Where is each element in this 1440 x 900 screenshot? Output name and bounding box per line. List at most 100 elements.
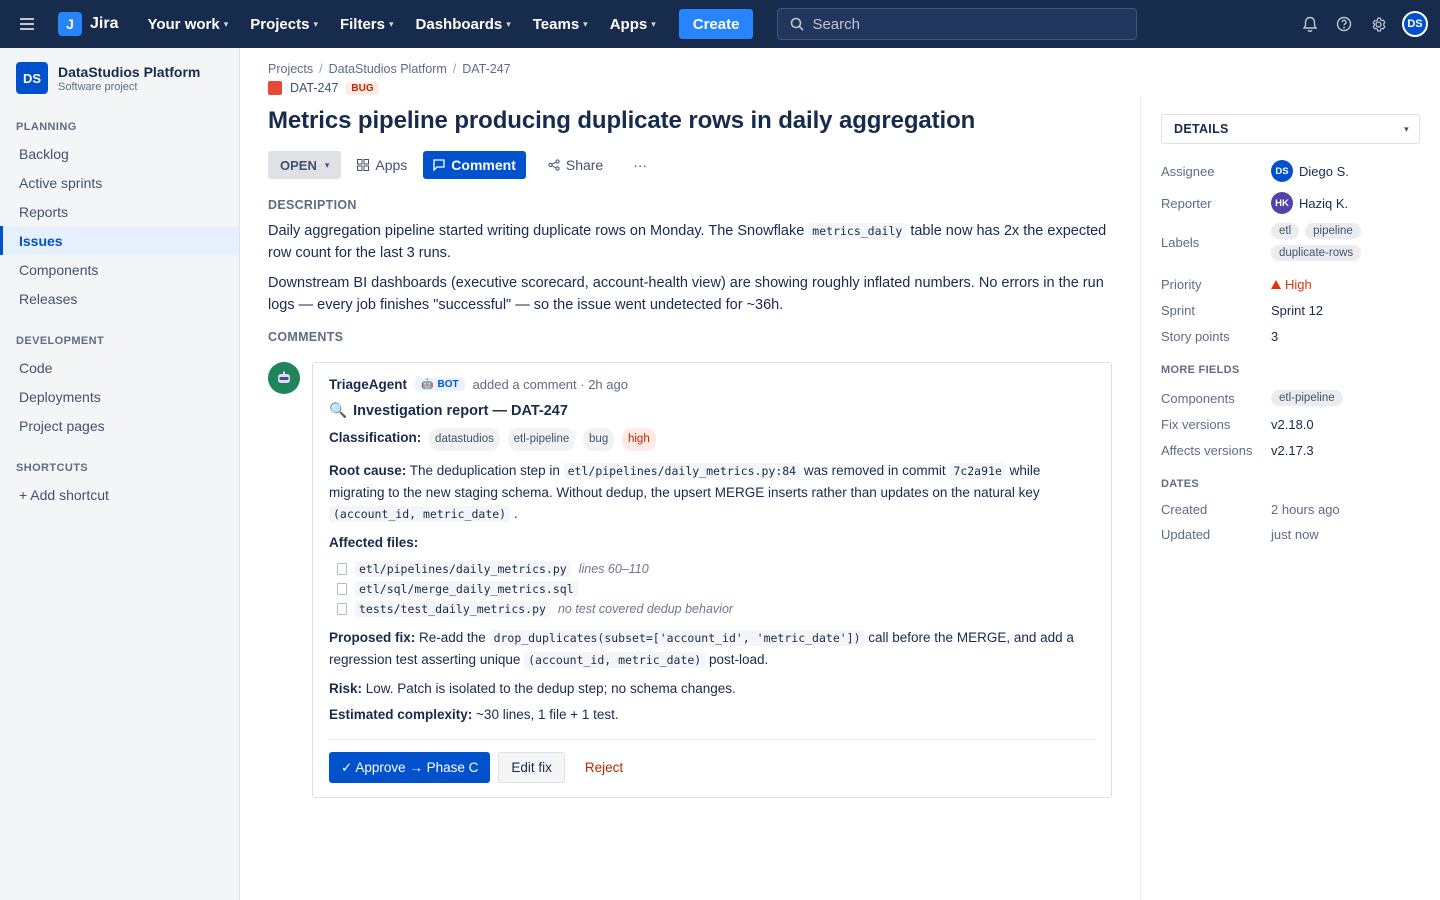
search-input[interactable]: Search [777,8,1138,40]
nav-filters[interactable]: Filters ▾ [340,16,394,33]
label-chip[interactable]: pipeline [1305,223,1361,239]
description-heading: DESCRIPTION [268,198,357,212]
fix-versions-value[interactable]: v2.18.0 [1271,417,1314,432]
sidebar-item-issues[interactable]: Issues [0,226,239,255]
issue-key[interactable]: DAT-247 [290,81,338,95]
sidebar-item-code[interactable]: Code [0,353,239,382]
field-created: Created 2 hours ago [1161,502,1421,517]
sidebar-item-active-sprints[interactable]: Active sprints [0,168,239,197]
issue-action-bar: OPEN ▾ Apps Comment Share ··· [268,151,1114,179]
inline-code: etl/pipelines/daily_metrics.py:84 [563,463,801,479]
field-story-points: Story points 3 [1161,329,1421,344]
root-cause-paragraph: Root cause: The deduplication step in et… [329,460,1095,525]
complexity-text: ~30 lines, 1 file + 1 test. [472,707,619,722]
nav-apps[interactable]: Apps ▾ [610,16,656,33]
robot-icon [278,371,290,383]
priority-value[interactable]: High [1271,277,1312,292]
proposed-fix-paragraph: Proposed fix: Re-add the drop_duplicates… [329,627,1095,671]
sidebar-item-components[interactable]: Components [0,255,239,284]
affects-versions-value[interactable]: v2.17.3 [1271,443,1314,458]
share-button[interactable]: Share [540,151,611,179]
sprint-value[interactable]: Sprint 12 [1271,303,1323,318]
nav-projects[interactable]: Projects ▾ [250,16,318,33]
menu-icon[interactable] [0,0,56,48]
classification-tag-high[interactable]: high [621,428,656,451]
more-fields-heading: MORE FIELDS [1161,364,1240,376]
component-chip[interactable]: etl-pipeline [1271,390,1343,406]
inline-code: metrics_daily [808,223,907,239]
label-chip[interactable]: duplicate-rows [1271,245,1362,261]
description-body[interactable]: Daily aggregation pipeline started writi… [268,220,1114,316]
nav-your-work[interactable]: Your work ▾ [147,16,228,33]
chevron-down-icon: ▾ [313,18,318,29]
labels-value[interactable]: etl pipeline duplicate-rows [1271,223,1421,261]
root-cause-text: was removed in commit [800,463,950,478]
bot-badge: 🤖 BOT [415,378,465,391]
add-shortcut-button[interactable]: + Add shortcut [0,480,239,509]
breadcrumb-issue[interactable]: DAT-247 [462,62,510,76]
inline-code: (account_id, metric_date) [329,506,511,522]
apps-button[interactable]: Apps [349,151,415,179]
help-icon[interactable] [1334,14,1354,34]
settings-gear-icon[interactable] [1368,14,1388,34]
breadcrumb-projects[interactable]: Projects [268,62,313,76]
file-icon [337,603,347,615]
create-button[interactable]: Create [678,9,754,39]
status-dropdown[interactable]: OPEN ▾ [268,151,342,179]
issue-title[interactable]: Metrics pipeline producing duplicate row… [268,107,1114,135]
reject-button[interactable]: Reject [573,752,635,783]
field-label: Fix versions [1161,417,1231,432]
comment-thread: TriageAgent 🤖 BOT added a comment · 2h ag… [268,362,1114,798]
comments-heading: COMMENTS [268,330,344,344]
project-name: DataStudios Platform [58,63,201,80]
details-panel: DETAILS ▾ Assignee DS Diego S. Reporter … [1140,96,1440,900]
nav-teams[interactable]: Teams ▾ [533,16,588,33]
classification-tag[interactable]: bug [583,428,615,451]
breadcrumb-project[interactable]: DataStudios Platform [329,62,447,76]
description-text: Daily aggregation pipeline started writi… [268,223,809,239]
sidebar-item-deployments[interactable]: Deployments [0,382,239,411]
sidebar-item-releases[interactable]: Releases [0,284,239,313]
comment-button[interactable]: Comment [423,151,526,179]
approve-button[interactable]: ✓ Approve → Phase C [329,752,491,783]
root-cause-text: The deduplication step in [406,463,564,478]
sidebar-heading-development: DEVELOPMENT [16,335,105,347]
breadcrumb: Projects / DataStudios Platform / DAT-24… [268,62,1114,76]
sidebar-item-backlog[interactable]: Backlog [0,139,239,168]
label-chip[interactable]: etl [1271,223,1300,239]
divider [329,739,1095,740]
reporter-value[interactable]: HK Haziq K. [1271,192,1348,214]
chevron-down-icon: ▾ [506,18,511,29]
user-avatar[interactable]: DS [1402,11,1428,37]
chevron-down-icon: ▾ [651,18,656,29]
file-path[interactable]: tests/test_daily_metrics.py [355,601,550,617]
project-header[interactable]: DS DataStudios Platform Software project [0,48,239,94]
jira-logo[interactable]: J Jira [58,12,118,36]
classification-tag[interactable]: etl-pipeline [507,428,576,451]
comment-author[interactable]: TriageAgent [329,377,407,392]
sidebar-item-project-pages[interactable]: Project pages [0,411,239,440]
status-label: OPEN [280,157,317,173]
notifications-bell-icon[interactable] [1300,14,1320,34]
assignee-name: Diego S. [1299,163,1349,179]
file-path[interactable]: etl/pipelines/daily_metrics.py [355,561,571,577]
field-label: Assignee [1161,163,1215,179]
affected-file-item: etl/pipelines/daily_metrics.py lines 60–… [337,559,1095,579]
field-components: Components etl-pipeline [1161,390,1421,406]
nav-dashboards[interactable]: Dashboards ▾ [416,16,511,33]
project-avatar: DS [16,62,48,94]
created-value: 2 hours ago [1271,502,1340,517]
reporter-avatar: HK [1271,192,1293,214]
classification-tag[interactable]: datastudios [429,428,500,451]
assignee-value[interactable]: DS Diego S. [1271,160,1349,182]
more-actions-button[interactable]: ··· [625,151,655,179]
sidebar-item-reports[interactable]: Reports [0,197,239,226]
story-points-value[interactable]: 3 [1271,329,1278,344]
edit-fix-button[interactable]: Edit fix [498,752,565,783]
proposed-fix-text: post-load. [705,652,769,667]
details-dropdown[interactable]: DETAILS ▾ [1161,114,1420,144]
priority-text: High [1285,277,1312,292]
components-value[interactable]: etl-pipeline [1271,390,1343,406]
file-path[interactable]: etl/sql/merge_daily_metrics.sql [355,581,578,597]
search-placeholder: Search [812,15,860,33]
